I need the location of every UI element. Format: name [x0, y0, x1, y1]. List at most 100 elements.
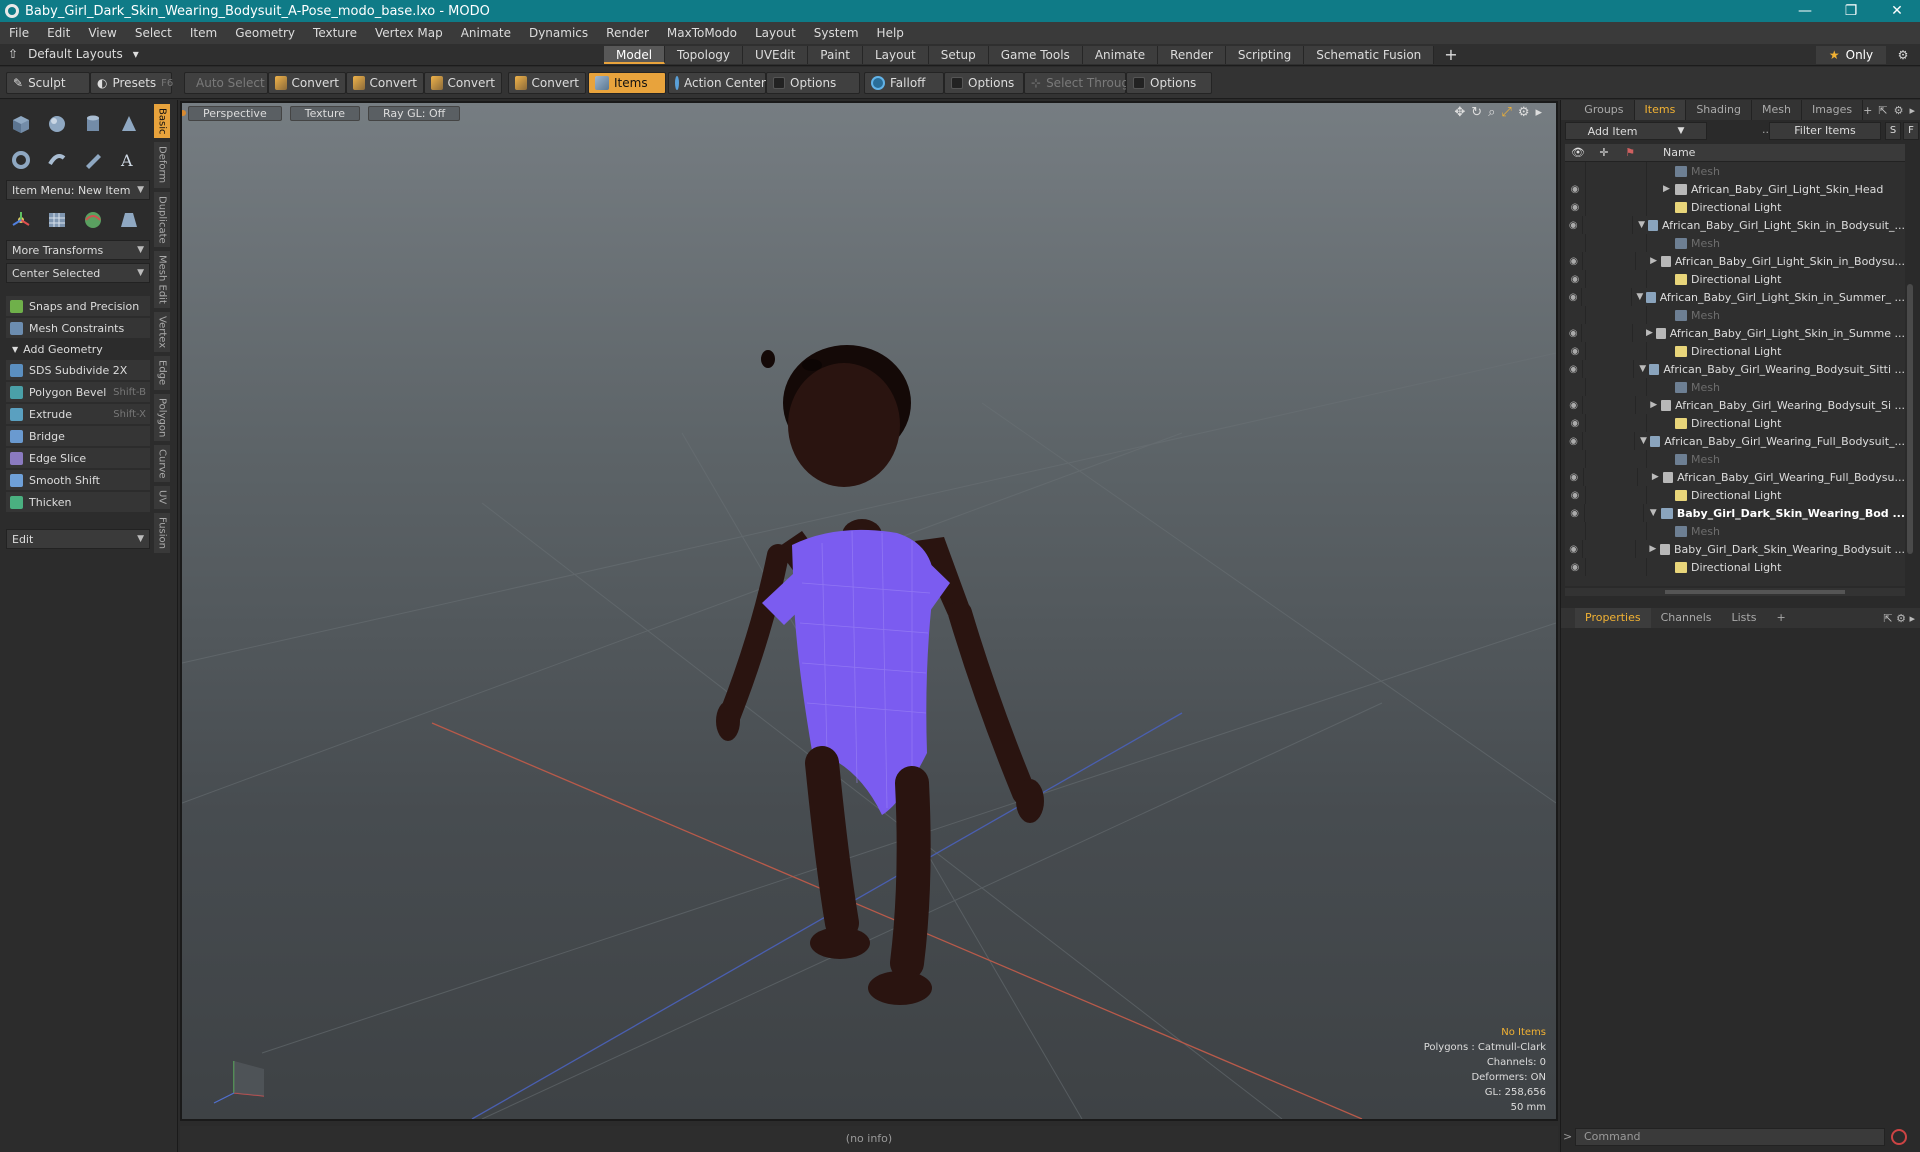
tool-extrude[interactable]: Extrude Shift-X: [6, 404, 150, 424]
panel-expand-icon[interactable]: ▸: [1909, 104, 1915, 117]
snaps-precision-button[interactable]: Snaps and Precision: [6, 296, 150, 316]
convert-button-1[interactable]: Convert: [268, 72, 346, 94]
menu-view[interactable]: View: [79, 26, 125, 40]
scale-tool-icon[interactable]: [114, 205, 144, 235]
visibility-eye-icon[interactable]: ◉: [1565, 202, 1585, 213]
tab-animate[interactable]: Animate: [1082, 46, 1159, 64]
viewport-gear-icon[interactable]: ⚙: [1518, 105, 1530, 120]
select-through-button[interactable]: ⊹ Select Through: [1024, 72, 1137, 94]
menu-animate[interactable]: Animate: [452, 26, 520, 40]
item-row[interactable]: ◉ Directional Light: [1565, 198, 1905, 216]
item-row[interactable]: ◉ Directional Light: [1565, 270, 1905, 288]
filter-items-input[interactable]: Filter Items: [1769, 122, 1881, 140]
menu-edit[interactable]: Edit: [38, 26, 79, 40]
item-row[interactable]: ◉ Directional Light: [1565, 342, 1905, 360]
vtab-curve[interactable]: Curve: [154, 444, 170, 483]
item-row[interactable]: ◉ ▼ African_Baby_Girl_Wearing_Full_Bodysui…: [1565, 432, 1905, 450]
menu-help[interactable]: Help: [868, 26, 913, 40]
item-row[interactable]: ◉ ▶ African_Baby_Girl_Light_Skin_Head: [1565, 180, 1905, 198]
text-primitive-icon[interactable]: A: [114, 145, 144, 175]
pen-primitive-icon[interactable]: [78, 145, 108, 175]
texture-button[interactable]: Texture: [289, 106, 360, 121]
options-button-2[interactable]: Options: [944, 72, 1024, 94]
scroll-thumb[interactable]: [1907, 284, 1913, 554]
expand-arrow-icon[interactable]: ▶: [1650, 400, 1660, 410]
menu-system[interactable]: System: [805, 26, 868, 40]
menu-texture[interactable]: Texture: [304, 26, 366, 40]
item-row[interactable]: ◉ Directional Light: [1565, 558, 1905, 576]
tool-sds-subdivide-2x[interactable]: SDS Subdivide 2X: [6, 360, 150, 380]
expand-arrow-icon[interactable]: ▼: [1650, 508, 1662, 518]
right-tab-images[interactable]: Images: [1802, 100, 1864, 120]
cube-primitive-icon[interactable]: [6, 109, 36, 139]
lock-col-icon[interactable]: ✛: [1591, 146, 1617, 159]
menu-select[interactable]: Select: [126, 26, 181, 40]
options-button-1[interactable]: Options: [766, 72, 860, 94]
visibility-eye-icon[interactable]: ◉: [1565, 328, 1581, 339]
add-tab-icon[interactable]: +: [1863, 104, 1872, 117]
expand-arrow-icon[interactable]: ▶: [1652, 472, 1663, 482]
tube-primitive-icon[interactable]: [42, 145, 72, 175]
tool-polygon-bevel[interactable]: Polygon Bevel Shift-B: [6, 382, 150, 402]
grid-tool-icon[interactable]: [42, 205, 72, 235]
pin-icon[interactable]: ⇱: [1878, 104, 1887, 117]
tool-bridge[interactable]: Bridge: [6, 426, 150, 446]
tab-paint[interactable]: Paint: [808, 46, 863, 64]
item-row[interactable]: Mesh: [1565, 234, 1905, 252]
default-layouts-dropdown[interactable]: ⇧ Default Layouts ▾: [8, 47, 139, 61]
item-row[interactable]: ◉ ▼ Baby_Girl_Dark_Skin_Wearing_Bod ...: [1565, 504, 1905, 522]
visibility-eye-icon[interactable]: ◉: [1565, 562, 1585, 573]
expand-arrow-icon[interactable]: ▼: [1636, 292, 1646, 302]
expand-arrow-icon[interactable]: ▶: [1649, 544, 1659, 554]
item-row[interactable]: Mesh: [1565, 378, 1905, 396]
tab-uvedit[interactable]: UVEdit: [743, 46, 809, 64]
options-button-3[interactable]: Options: [1126, 72, 1212, 94]
item-row[interactable]: Mesh: [1565, 450, 1905, 468]
tool-smooth-shift[interactable]: Smooth Shift: [6, 470, 150, 490]
tab-game-tools[interactable]: Game Tools: [988, 46, 1083, 64]
item-row[interactable]: ◉ ▼ African_Baby_Girl_Light_Skin_in_Summer…: [1565, 288, 1905, 306]
viewport-expand-icon[interactable]: ▸: [1535, 105, 1542, 120]
command-input[interactable]: Command: [1575, 1128, 1885, 1146]
menu-geometry[interactable]: Geometry: [226, 26, 304, 40]
tab-topology[interactable]: Topology: [665, 46, 744, 64]
add-layout-tab-button[interactable]: +: [1434, 46, 1467, 64]
right-tab-items[interactable]: Items: [1634, 100, 1687, 120]
rotate-view-icon[interactable]: ↻: [1471, 105, 1482, 120]
item-list-hscrollbar[interactable]: [1565, 588, 1905, 596]
item-row[interactable]: ◉ Directional Light: [1565, 486, 1905, 504]
item-menu-dropdown[interactable]: Item Menu: New Item ▼: [6, 180, 150, 200]
close-button[interactable]: ✕: [1874, 0, 1920, 22]
menu-file[interactable]: File: [0, 26, 38, 40]
tab-model[interactable]: Model: [604, 46, 666, 64]
expand-arrow-icon[interactable]: ▼: [1639, 364, 1649, 374]
cylinder-primitive-icon[interactable]: [78, 109, 108, 139]
menu-maxtomodo[interactable]: MaxToModo: [658, 26, 746, 40]
item-row[interactable]: ◉ ▶ African_Baby_Girl_Wearing_Full_Bodysu.…: [1565, 468, 1905, 486]
visibility-eye-icon[interactable]: ◉: [1565, 346, 1585, 357]
tab-render[interactable]: Render: [1158, 46, 1226, 64]
maximize-button[interactable]: ❐: [1828, 0, 1874, 22]
vtab-edge[interactable]: Edge: [154, 356, 170, 390]
menu-dynamics[interactable]: Dynamics: [520, 26, 597, 40]
visibility-eye-icon[interactable]: ◉: [1565, 364, 1582, 375]
visibility-eye-icon[interactable]: ◉: [1565, 274, 1585, 285]
sculpt-button[interactable]: ✎ Sculpt: [6, 72, 90, 94]
right-tab-groups[interactable]: Groups: [1574, 100, 1635, 120]
item-row[interactable]: Mesh: [1565, 306, 1905, 324]
visibility-eye-icon[interactable]: ◉: [1565, 292, 1581, 303]
tab-layout[interactable]: Layout: [862, 46, 929, 64]
item-row[interactable]: ◉ ▶ African_Baby_Girl_Light_Skin_in_Summe …: [1565, 324, 1905, 342]
expand-arrow-icon[interactable]: ▶: [1650, 256, 1660, 266]
tab-schematic-fusion[interactable]: Schematic Fusion: [1304, 46, 1435, 64]
minimize-button[interactable]: —: [1782, 0, 1828, 22]
perspective-button[interactable]: Perspective: [188, 106, 282, 121]
prop-tab-lists[interactable]: Lists: [1722, 608, 1767, 628]
vtab-basic[interactable]: Basic: [154, 104, 170, 139]
add-geometry-section[interactable]: ▼ Add Geometry: [6, 340, 150, 358]
item-row[interactable]: Mesh: [1565, 522, 1905, 540]
cone-primitive-icon[interactable]: [114, 109, 144, 139]
visibility-eye-icon[interactable]: ◉: [1565, 256, 1582, 267]
add-item-dropdown[interactable]: Add Item ▼: [1565, 122, 1707, 140]
expand-arrow-icon[interactable]: ▼: [1638, 220, 1648, 230]
